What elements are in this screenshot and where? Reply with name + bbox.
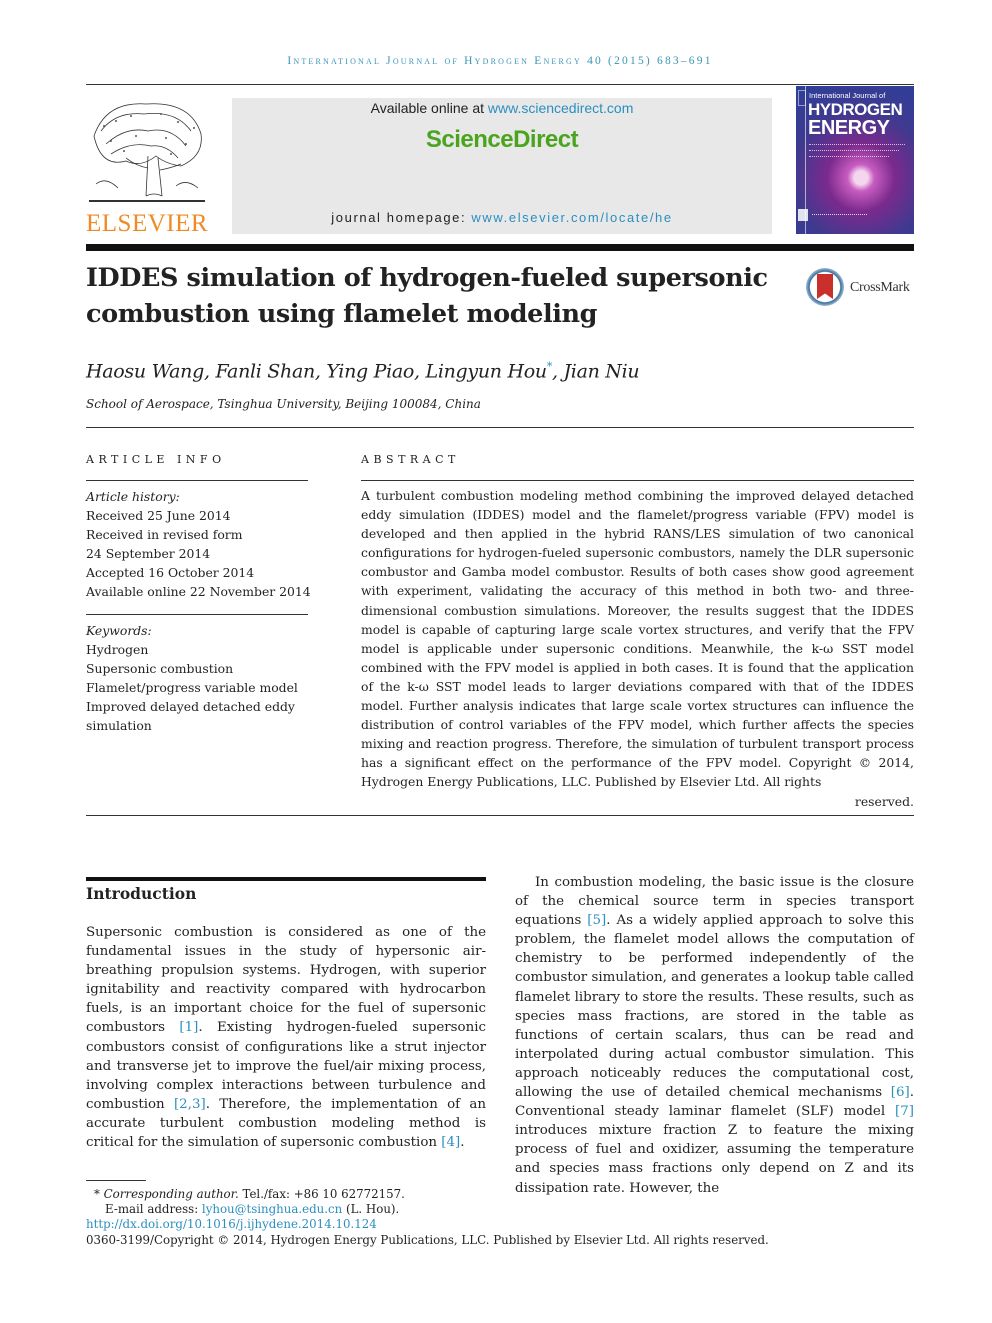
cover-editor-text: [809, 144, 905, 148]
header-divider: [86, 84, 914, 85]
article-info-rule: [86, 480, 308, 481]
article-history-label: Article history:: [86, 489, 180, 504]
keyword-item: Flamelet/progress variable model: [86, 680, 298, 696]
email-label: E-mail address:: [105, 1202, 202, 1216]
abstract-end-rule: [86, 815, 914, 816]
masthead-rule: [86, 244, 914, 251]
email-link[interactable]: lyhou@tsinghua.edu.cn: [202, 1202, 342, 1216]
history-item: Received 25 June 2014: [86, 508, 231, 524]
text-run: introduces mixture fraction Z to feature…: [515, 1123, 914, 1196]
keyword-item: simulation: [86, 718, 152, 734]
article-history: Article history: Received 25 June 2014 R…: [86, 487, 316, 602]
cover-publisher-icon: [798, 90, 806, 106]
cover-sciencedirect-text: [812, 214, 867, 220]
corresponding-author-label: Corresponding author.: [103, 1187, 239, 1201]
authors-last: , Jian Niu: [552, 360, 640, 383]
history-item: Available online 22 November 2014: [86, 584, 311, 600]
doi-link[interactable]: http://dx.doi.org/10.1016/j.ijhydene.201…: [86, 1217, 377, 1231]
email-owner: (L. Hou).: [342, 1202, 400, 1216]
abstract-text: A turbulent combustion modeling method c…: [361, 488, 914, 790]
available-online-label: Available online at: [370, 100, 488, 116]
available-online-line: Available online at www.sciencedirect.co…: [232, 100, 772, 116]
cover-editor-text: [809, 150, 899, 154]
footnote-rule: [86, 1180, 146, 1181]
history-item: Accepted 16 October 2014: [86, 565, 255, 581]
citation-link[interactable]: [2,3]: [174, 1097, 206, 1112]
abstract-rule: [361, 480, 914, 481]
introduction-rule: [86, 877, 486, 881]
keyword-item: Supersonic combustion: [86, 661, 234, 677]
cover-title-line3: ENERGY: [808, 117, 890, 139]
elsevier-wordmark: ELSEVIER: [86, 210, 209, 237]
journal-homepage-line: journal homepage: www.elsevier.com/locat…: [232, 210, 772, 225]
sciencedirect-logo[interactable]: ScienceDirect: [232, 126, 772, 154]
email-footnote: E-mail address: lyhou@tsinghua.edu.cn (L…: [105, 1201, 399, 1217]
citation-link[interactable]: [1]: [179, 1020, 198, 1035]
crossmark-button[interactable]: CrossMark: [806, 268, 916, 310]
doi-line: http://dx.doi.org/10.1016/j.ijhydene.201…: [86, 1216, 377, 1232]
corresponding-author-footnote: * Corresponding author. Tel./fax: +86 10…: [94, 1186, 405, 1202]
copyright-line: 0360-3199/Copyright © 2014, Hydrogen Ene…: [86, 1233, 769, 1247]
paragraph: Supersonic combustion is considered as o…: [86, 923, 486, 1152]
keyword-item: Hydrogen: [86, 642, 149, 658]
text-run: Supersonic combustion is considered as o…: [86, 925, 486, 1036]
cover-title-line1: International Journal of: [809, 91, 886, 100]
introduction-left-column: Supersonic combustion is considered as o…: [86, 923, 486, 1152]
citation-link[interactable]: [4]: [441, 1135, 460, 1150]
cover-editor-text: [809, 156, 889, 160]
crossmark-label: CrossMark: [850, 280, 910, 295]
citation-link[interactable]: [6]: [891, 1085, 910, 1100]
citation-link[interactable]: [5]: [587, 913, 606, 928]
text-run: .: [460, 1135, 465, 1151]
elsevier-logo[interactable]: ELSEVIER: [86, 96, 209, 237]
keywords-label: Keywords:: [86, 623, 152, 638]
cover-hhe-logo-icon: [798, 209, 808, 221]
abstract-heading: ABSTRACT: [361, 453, 460, 466]
authors-names: Haosu Wang, Fanli Shan, Ying Piao, Lingy…: [86, 360, 547, 383]
journal-cover-image[interactable]: International Journal of HYDROGEN ENERGY: [796, 86, 914, 234]
introduction-heading: Introduction: [86, 884, 197, 903]
introduction-right-column: In combustion modeling, the basic issue …: [515, 873, 914, 1198]
paragraph: In combustion modeling, the basic issue …: [515, 873, 914, 1198]
elsevier-tree-icon: [89, 103, 205, 202]
journal-homepage-label: journal homepage:: [331, 210, 472, 225]
history-item: 24 September 2014: [86, 546, 211, 562]
author-divider: [86, 427, 914, 428]
footnote-mark: *: [94, 1187, 100, 1201]
journal-homepage-link[interactable]: www.elsevier.com/locate/he: [471, 210, 672, 225]
article-info-heading: ARTICLE INFO: [86, 453, 226, 466]
text-run: . As a widely applied approach to solve …: [515, 913, 914, 1101]
history-item: Received in revised form: [86, 527, 243, 543]
journal-citation-header: International Journal of Hydrogen Energy…: [287, 55, 713, 67]
abstract-text-end: reserved.: [854, 793, 914, 809]
abstract-body: A turbulent combustion modeling method c…: [361, 486, 914, 811]
affiliation: School of Aerospace, Tsinghua University…: [86, 397, 481, 411]
keywords-rule: [86, 614, 308, 615]
sciencedirect-link[interactable]: www.sciencedirect.com: [488, 100, 634, 116]
tel-fax: Tel./fax: +86 10 62772157.: [238, 1187, 405, 1201]
keywords: Keywords: Hydrogen Supersonic combustion…: [86, 621, 316, 736]
sciencedirect-banner: Available online at www.sciencedirect.co…: [232, 98, 772, 234]
article-title: IDDES simulation of hydrogen-fueled supe…: [86, 263, 768, 329]
citation-link[interactable]: [7]: [895, 1104, 914, 1119]
keyword-item: Improved delayed detached eddy: [86, 699, 295, 715]
author-list: Haosu Wang, Fanli Shan, Ying Piao, Lingy…: [86, 360, 640, 383]
